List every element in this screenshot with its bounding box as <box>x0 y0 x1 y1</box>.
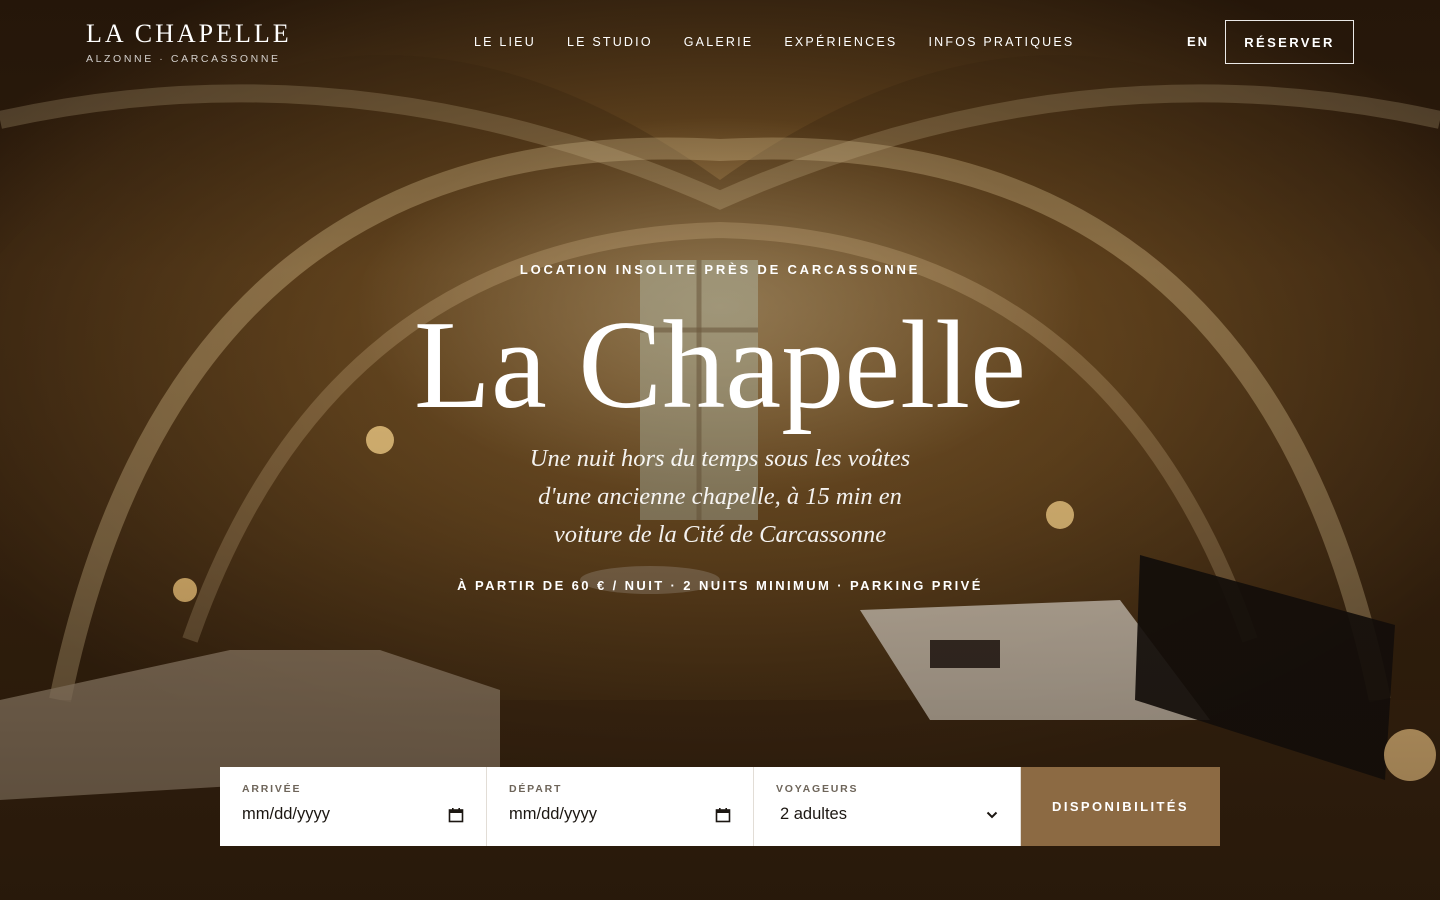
nav-item-le-studio[interactable]: LE STUDIO <box>567 35 653 49</box>
site-header: LA CHAPELLE ALZONNE · CARCASSONNE LE LIE… <box>0 0 1440 90</box>
availability-button[interactable]: DISPONIBILITÉS <box>1021 767 1220 846</box>
departure-label: DÉPART <box>509 783 563 795</box>
nav-item-galerie[interactable]: GALERIE <box>684 35 754 49</box>
booking-bar: ARRIVÉE mm/dd/yyyy DÉPART mm/dd/yyyy VOY… <box>220 767 1220 846</box>
site-logo[interactable]: LA CHAPELLE ALZONNE · CARCASSONNE <box>86 19 292 66</box>
arrival-date-input[interactable]: mm/dd/yyyy <box>242 805 330 824</box>
logo-title: LA CHAPELLE <box>86 19 292 48</box>
guests-select[interactable]: 2 adultes <box>776 805 847 824</box>
guests-field[interactable]: VOYAGEURS 2 adultes <box>754 767 1021 846</box>
hero-eyebrow: LOCATION INSOLITE PRÈS DE CARCASSONNE <box>519 262 921 277</box>
arrival-field[interactable]: ARRIVÉE mm/dd/yyyy <box>220 767 487 846</box>
chevron-down-icon[interactable] <box>986 811 998 819</box>
departure-field[interactable]: DÉPART mm/dd/yyyy <box>487 767 754 846</box>
hero-title: La Chapelle <box>413 296 1027 435</box>
guests-label: VOYAGEURS <box>776 783 859 795</box>
hero-meta: À PARTIR DE 60 € / NUIT · 2 NUITS MINIMU… <box>457 578 983 593</box>
logo-subtitle: ALZONNE · CARCASSONNE <box>86 53 281 65</box>
departure-date-input[interactable]: mm/dd/yyyy <box>509 805 597 824</box>
book-button[interactable]: RÉSERVER <box>1225 20 1354 64</box>
nav-item-infos-pratiques[interactable]: INFOS PRATIQUES <box>928 35 1074 49</box>
nav-item-experiences[interactable]: EXPÉRIENCES <box>784 35 897 49</box>
hero-tagline: Une nuit hors du temps sous les voûtes d… <box>529 445 911 548</box>
arrival-label: ARRIVÉE <box>242 783 302 795</box>
main-nav: LE LIEU LE STUDIO GALERIE EXPÉRIENCES IN… <box>474 35 1074 49</box>
calendar-icon[interactable] <box>715 807 731 823</box>
language-switch[interactable]: EN <box>1187 34 1209 49</box>
nav-item-le-lieu[interactable]: LE LIEU <box>474 35 536 49</box>
calendar-icon[interactable] <box>448 807 464 823</box>
